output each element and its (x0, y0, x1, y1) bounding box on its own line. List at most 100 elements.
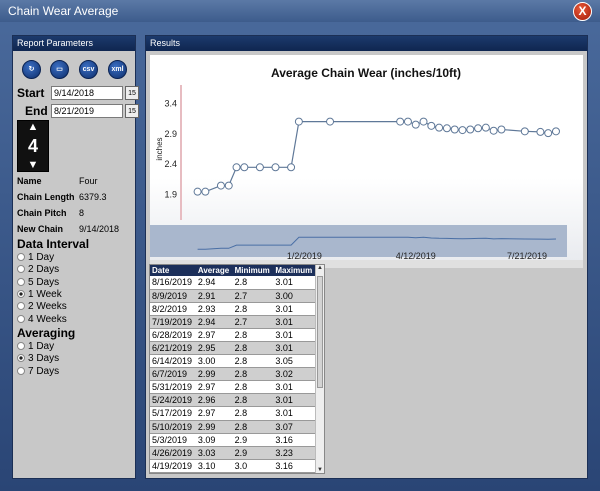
table-row[interactable]: 6/28/2019 2.97 2.8 3.01 (150, 328, 316, 342)
table-row[interactable]: 5/17/2019 2.97 2.8 3.01 (150, 406, 316, 421)
end-date-input[interactable] (51, 104, 123, 118)
data-interval-option[interactable]: 4 Weeks (17, 314, 67, 327)
print-button[interactable]: ▭ (50, 60, 69, 79)
averaging-title: Averaging (17, 326, 76, 340)
app-window: Chain Wear Average X Report Parameters ↻… (0, 0, 600, 491)
table-row[interactable]: 4/12/20193.102.93.16 (150, 472, 316, 473)
table-row[interactable]: 4/26/2019 3.03 2.9 3.23 (150, 446, 316, 460)
table-row[interactable]: 5/10/2019 2.99 2.8 3.07 (150, 420, 316, 434)
table-row[interactable]: 5/3/2019 3.09 2.9 3.16 (150, 433, 316, 447)
export-xml-button[interactable]: xml (108, 60, 127, 79)
close-button[interactable]: X (573, 2, 592, 21)
table-row[interactable]: 6/14/2019 3.00 2.8 3.05 (150, 354, 316, 369)
table-cell: 2.8 (232, 420, 274, 434)
table-row[interactable]: 7/19/2019 2.94 2.7 3.01 (150, 315, 316, 329)
radio-dot-icon[interactable] (17, 366, 25, 375)
averaging-option-label: 3 Days (28, 353, 60, 365)
radio-dot-icon[interactable] (17, 314, 25, 323)
table-cell: 3.01 (273, 406, 316, 421)
data-point (201, 187, 210, 196)
data-interval-option[interactable]: 1 Week (17, 289, 62, 302)
table-cell: 3.0 (232, 459, 274, 473)
radio-dot-icon[interactable] (17, 253, 25, 261)
table-row[interactable]: 8/9/2019 2.91 2.7 3.00 (150, 289, 316, 303)
radio-dot-icon[interactable] (17, 277, 25, 286)
table-row[interactable]: 6/7/2019 2.99 2.8 3.02 (150, 367, 316, 382)
results-table-container: Date Average Minimum Maximum 8/16/2019 2.94 2… (149, 264, 325, 474)
averaging-option[interactable]: 3 Days (17, 353, 59, 366)
data-point (232, 163, 241, 172)
scroll-down-button[interactable]: ▼ (316, 467, 324, 473)
table-cell: 3.07 (273, 420, 316, 434)
data-point (442, 124, 451, 133)
scroll-up-button[interactable]: ▲ (316, 265, 324, 271)
chain-pitch-label: Chain Pitch (17, 208, 67, 218)
table-cell: 5/31/2019 (150, 380, 196, 395)
stepper-up-button[interactable]: ▲ (18, 121, 48, 133)
table-cell: 3.01 (273, 380, 316, 395)
table-cell: 2.8 (232, 393, 274, 408)
results-header: Results (146, 36, 587, 51)
range-marker (180, 85, 182, 220)
table-header-cell[interactable]: Date (150, 265, 196, 276)
table-header-cell[interactable]: Maximum (273, 265, 316, 276)
table-cell: 3.01 (273, 328, 316, 342)
chain-length-value: 6379.3 (79, 192, 107, 202)
table-row[interactable]: 8/2/2019 2.93 2.8 3.01 (150, 302, 316, 316)
table-row[interactable]: 4/19/2019 3.10 3.0 3.16 (150, 459, 316, 473)
table-cell: 2.8 (232, 276, 274, 290)
table-header-cell[interactable]: Average (195, 265, 233, 276)
data-point (419, 117, 428, 126)
table-cell: 3.01 (273, 302, 316, 316)
table-header-cell[interactable]: Minimum (232, 265, 274, 276)
table-cell: 5/17/2019 (150, 406, 196, 421)
table-cell: 3.01 (273, 393, 316, 408)
table-row[interactable]: 5/24/2019 2.96 2.8 3.01 (150, 393, 316, 408)
table-row[interactable]: 8/16/2019 2.94 2.8 3.01 (150, 276, 316, 290)
data-interval-option[interactable]: 5 Days (17, 277, 59, 290)
table-row[interactable]: 5/31/2019 2.97 2.8 3.01 (150, 380, 316, 395)
refresh-button[interactable]: ↻ (22, 60, 41, 79)
data-interval-option[interactable]: 2 Days (17, 264, 59, 277)
start-date-input[interactable] (51, 86, 123, 100)
stepper-down-button[interactable]: ▼ (18, 159, 48, 171)
table-cell: 3.16 (273, 459, 316, 473)
y-axis-label: inches (155, 137, 164, 160)
table-row[interactable]: 6/21/2019 2.95 2.8 3.01 (150, 341, 316, 356)
table-cell: 5/10/2019 (150, 420, 196, 434)
data-point (544, 129, 553, 138)
chain-stepper: ▲ 4 ▼ (17, 120, 49, 172)
chart-title: Average Chain Wear (inches/10ft) (271, 66, 461, 80)
table-cell: 2.94 (195, 276, 233, 290)
averaging-option[interactable]: 7 Days (17, 366, 59, 379)
table-cell: 2.94 (195, 315, 233, 329)
radio-dot-icon[interactable] (17, 342, 25, 350)
stepper-value: 4 (27, 136, 38, 156)
end-calendar-icon[interactable]: 15 (125, 104, 139, 118)
title-bar: Chain Wear Average X (0, 0, 600, 22)
averaging-option[interactable]: 1 Day (17, 341, 54, 354)
radio-dot-icon[interactable] (17, 354, 25, 363)
radio-dot-icon[interactable] (17, 302, 25, 311)
data-point (435, 123, 444, 132)
export-csv-button[interactable]: csv (79, 60, 98, 79)
table-cell: 2.99 (195, 420, 233, 434)
data-point (216, 181, 225, 190)
data-point (224, 181, 233, 190)
scroll-thumb[interactable] (317, 276, 323, 388)
radio-dot-icon[interactable] (17, 289, 25, 298)
table-cell: 2.99 (195, 367, 233, 382)
start-calendar-icon[interactable]: 15 (125, 86, 139, 100)
data-point (240, 163, 249, 172)
data-interval-option[interactable]: 2 Weeks (17, 301, 67, 314)
radio-dot-icon[interactable] (17, 265, 25, 274)
y-tick-label: 2.4 (164, 159, 177, 169)
table-cell: 2.93 (195, 302, 233, 316)
table-cell: 3.10 (195, 472, 233, 473)
data-interval-option-label: 2 Weeks (28, 301, 67, 313)
table-scrollbar[interactable]: ▲ ▼ (315, 265, 324, 473)
data-interval-option-label: 1 Day (28, 252, 55, 263)
data-point (294, 117, 303, 126)
data-interval-option[interactable]: 1 Day (17, 252, 54, 265)
table-cell: 3.05 (273, 354, 316, 369)
